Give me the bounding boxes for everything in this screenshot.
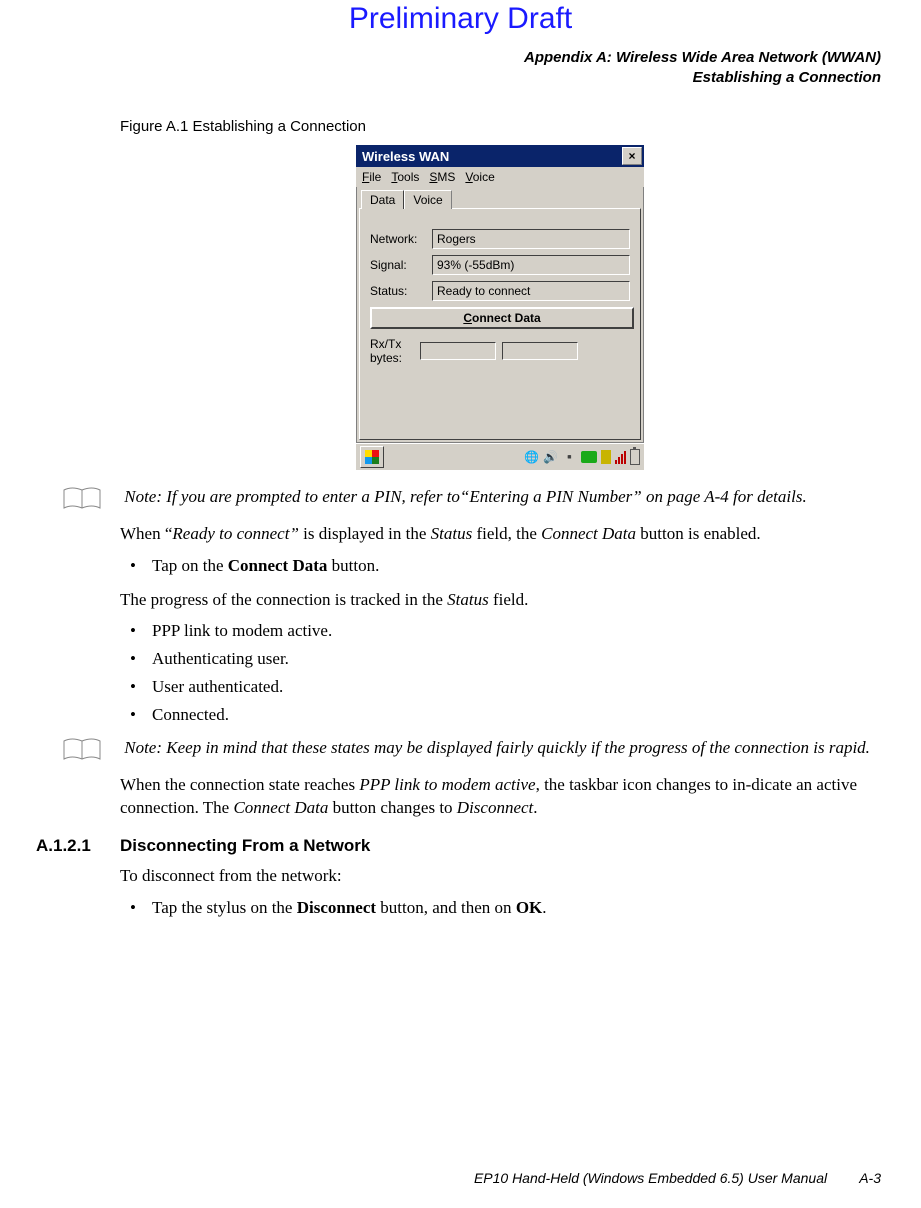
battery-icon[interactable] [630,449,640,465]
lock-icon[interactable] [601,450,611,464]
tab-voice[interactable]: Voice [404,190,451,209]
section-title: Disconnecting From a Network [120,836,370,856]
windows-flag-icon [365,450,379,464]
figure-caption: Figure A.1 Establishing a Connection [120,118,880,135]
step-item: User authenticated. [136,675,880,699]
tab-panel: Network: Rogers Signal: 93% (-55dBm) Sta… [359,208,641,440]
paragraph-progress: The progress of the connection is tracke… [120,588,880,612]
header-line2: Establishing a Connection [524,68,881,88]
bullet-tap-disconnect: Tap the stylus on the Disconnect button,… [136,896,880,920]
status-steps-list: PPP link to modem active. Authenticating… [120,619,880,726]
watermark-text: Preliminary Draft [0,2,921,36]
phone-icon[interactable] [581,451,597,463]
connect-data-button[interactable]: Connect Data [370,307,634,329]
menu-sms[interactable]: SMS [429,170,455,184]
paragraph-disconnect-intro: To disconnect from the network: [120,864,880,888]
signal-label: Signal: [370,258,432,272]
paragraph-ready: When “Ready to connect” is displayed in … [120,522,880,546]
note-2: Note: Keep in mind that these states may… [120,737,880,763]
header-line1: Appendix A: Wireless Wide Area Network (… [524,48,881,68]
note2-text: Note: Keep in mind that these states may… [124,738,870,757]
rx-bytes-value [420,342,496,360]
speaker-icon[interactable]: 🔊 [543,450,558,464]
signal-value: 93% (-55dBm) [432,255,630,275]
network-value: Rogers [432,229,630,249]
embedded-screenshot: Wireless WAN × File Tools SMS Voice Data… [356,145,644,470]
menu-voice[interactable]: Voice [465,170,494,184]
paragraph-ppp: When the connection state reaches PPP li… [120,773,880,821]
book-icon [62,737,102,763]
tx-bytes-value [502,342,578,360]
book-icon [62,486,102,512]
step-item: Connected. [136,703,880,727]
menubar: File Tools SMS Voice [356,167,644,187]
tab-data[interactable]: Data [361,190,404,209]
section-heading: A.1.2.1 Disconnecting From a Network [36,836,880,856]
page-number: A-3 [831,1170,881,1186]
section-number: A.1.2.1 [36,836,120,856]
taskbar: 🌐 🔊 ▪️ [356,443,644,470]
step-item: PPP link to modem active. [136,619,880,643]
bullet-tap-connect: Tap on the Connect Data button. [136,554,880,578]
page-footer: EP10 Hand-Held (Windows Embedded 6.5) Us… [474,1170,881,1186]
network-label: Network: [370,232,432,246]
start-button[interactable] [360,446,384,468]
status-value: Ready to connect [432,281,630,301]
signal-bars-icon[interactable] [615,451,626,464]
rxtx-label: Rx/Tx bytes: [370,337,414,365]
status-label: Status: [370,284,432,298]
window-titlebar: Wireless WAN × [356,145,644,167]
tab-strip: Data Voice [361,189,641,208]
step-item: Authenticating user. [136,647,880,671]
note-1: Note: If you are prompted to enter a PIN… [120,486,880,512]
footer-title: EP10 Hand-Held (Windows Embedded 6.5) Us… [474,1170,827,1186]
close-icon[interactable]: × [622,147,642,165]
menu-file[interactable]: File [362,170,381,184]
globe-icon[interactable]: 🌐 [524,450,539,464]
card-icon[interactable]: ▪️ [562,450,577,464]
menu-tools[interactable]: Tools [391,170,419,184]
note1-text: Note: If you are prompted to enter a PIN… [124,487,806,506]
body-text: When “Ready to connect” is displayed in … [120,522,880,727]
window-title: Wireless WAN [358,149,622,164]
running-header: Appendix A: Wireless Wide Area Network (… [524,48,881,87]
system-tray: 🌐 🔊 ▪️ [524,449,640,465]
